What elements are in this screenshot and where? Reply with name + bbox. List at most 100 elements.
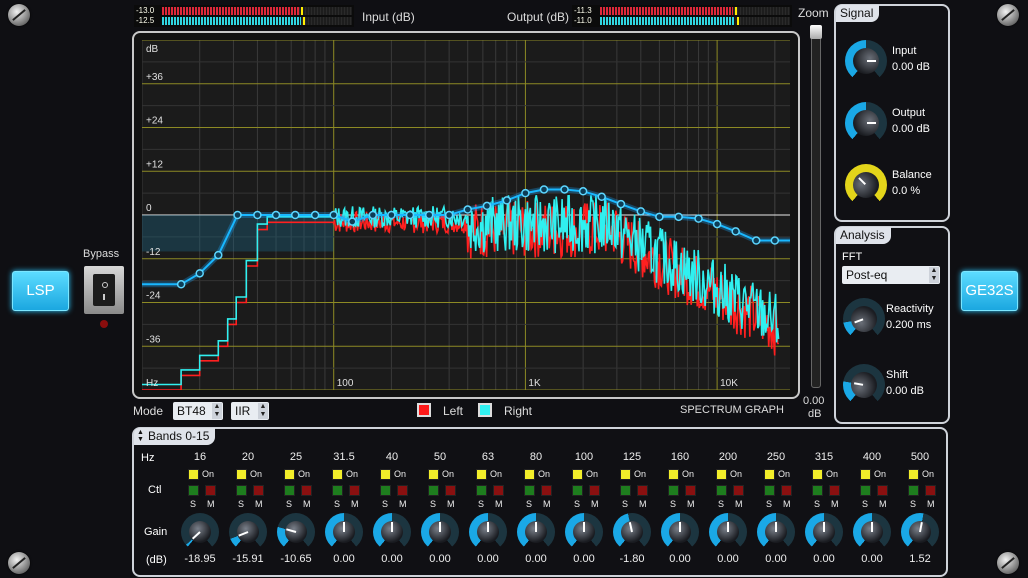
eq-band-handle[interactable]	[521, 188, 530, 198]
balance-knob[interactable]	[845, 164, 887, 206]
eq-band-handle[interactable]	[463, 205, 472, 214]
band-gain-knob[interactable]	[709, 513, 747, 551]
band-mute-button[interactable]	[541, 485, 552, 496]
eq-band-handle[interactable]	[214, 250, 223, 260]
spinner-icon[interactable]: ▲ ▼	[212, 403, 222, 419]
band-on-led[interactable]	[188, 469, 199, 480]
band-mute-button[interactable]	[637, 485, 648, 496]
output-knob[interactable]	[845, 102, 887, 144]
band-solo-button[interactable]	[188, 485, 199, 496]
band-gain-knob[interactable]	[277, 513, 315, 551]
band-mute-button[interactable]	[301, 485, 312, 496]
eq-band-handle[interactable]	[560, 185, 569, 194]
eq-band-handle[interactable]	[329, 210, 338, 220]
band-mute-button[interactable]	[781, 485, 792, 496]
eq-band-handle[interactable]	[712, 219, 722, 229]
band-gain-knob[interactable]	[805, 513, 843, 551]
eq-band-handle[interactable]	[539, 185, 549, 194]
eq-band-handle[interactable]	[368, 210, 378, 220]
spectrum-graph-canvas[interactable]: dB Hz +36 +24 +12 0 -12 -24 -36 100 1K 10K	[142, 40, 790, 390]
band-on-led[interactable]	[380, 469, 391, 480]
band-gain-knob[interactable]	[853, 513, 891, 551]
zoom-slider[interactable]	[810, 25, 822, 388]
eq-band-handle[interactable]	[444, 210, 454, 220]
band-gain-knob[interactable]	[325, 513, 363, 551]
band-gain-knob[interactable]	[565, 513, 603, 551]
left-channel-toggle[interactable]	[417, 403, 431, 417]
band-on-led[interactable]	[572, 469, 583, 480]
band-solo-button[interactable]	[860, 485, 871, 496]
eq-band-handle[interactable]	[597, 192, 606, 202]
eq-band-handle[interactable]	[253, 210, 262, 220]
eq-band-handle[interactable]	[694, 214, 703, 223]
band-gain-knob[interactable]	[517, 513, 555, 551]
band-mute-button[interactable]	[253, 485, 264, 496]
band-solo-button[interactable]	[524, 485, 535, 496]
eq-band-handle[interactable]	[482, 201, 492, 211]
eq-band-handle[interactable]	[578, 187, 588, 196]
lsp-button[interactable]: LSP	[12, 271, 69, 311]
eq-band-handle[interactable]	[674, 212, 683, 222]
band-on-led[interactable]	[812, 469, 823, 480]
band-solo-button[interactable]	[812, 485, 823, 496]
band-on-led[interactable]	[332, 469, 343, 480]
band-gain-knob[interactable]	[181, 513, 219, 551]
eq-band-handle[interactable]	[616, 199, 626, 209]
band-solo-button[interactable]	[668, 485, 679, 496]
band-mute-button[interactable]	[397, 485, 408, 496]
input-knob[interactable]	[845, 40, 887, 82]
band-gain-knob[interactable]	[901, 513, 939, 551]
band-solo-button[interactable]	[716, 485, 727, 496]
eq-band-handle[interactable]	[348, 217, 357, 226]
band-solo-button[interactable]	[284, 485, 295, 496]
spinner-icon[interactable]: ▲ ▼	[258, 403, 268, 419]
eq-band-handle[interactable]	[424, 210, 434, 220]
fft-select[interactable]: Post-eq ▲ ▼	[842, 266, 940, 284]
spinner-icon[interactable]: ▲ ▼	[929, 267, 939, 283]
band-mute-button[interactable]	[925, 485, 936, 496]
band-on-led[interactable]	[716, 469, 727, 480]
band-on-led[interactable]	[908, 469, 919, 480]
band-mute-button[interactable]	[205, 485, 216, 496]
band-gain-knob[interactable]	[373, 513, 411, 551]
band-gain-knob[interactable]	[469, 513, 507, 551]
eq-band-handle[interactable]	[502, 196, 512, 205]
band-mute-button[interactable]	[349, 485, 360, 496]
band-on-led[interactable]	[860, 469, 871, 480]
eq-band-handle[interactable]	[387, 210, 396, 220]
eq-band-handle[interactable]	[751, 236, 761, 245]
filter-select[interactable]: BT48 ▲ ▼	[173, 402, 223, 420]
shift-knob[interactable]	[843, 364, 885, 406]
band-gain-knob[interactable]	[229, 513, 267, 551]
band-solo-button[interactable]	[380, 485, 391, 496]
band-mute-button[interactable]	[445, 485, 456, 496]
band-solo-button[interactable]	[620, 485, 631, 496]
band-on-led[interactable]	[524, 469, 535, 480]
type-select[interactable]: IIR ▲ ▼	[231, 402, 269, 420]
zoom-slider-handle[interactable]	[810, 25, 822, 39]
band-mute-button[interactable]	[829, 485, 840, 496]
band-on-led[interactable]	[284, 469, 295, 480]
spectrum-graph[interactable]: dB Hz +36 +24 +12 0 -12 -24 -36 100 1K 10K	[132, 31, 800, 399]
band-gain-knob[interactable]	[661, 513, 699, 551]
ge32s-button[interactable]: GE32S	[961, 271, 1018, 311]
band-mute-button[interactable]	[685, 485, 696, 496]
bypass-switch[interactable]	[84, 266, 124, 314]
band-solo-button[interactable]	[236, 485, 247, 496]
band-mute-button[interactable]	[493, 485, 504, 496]
band-solo-button[interactable]	[572, 485, 583, 496]
band-solo-button[interactable]	[908, 485, 919, 496]
eq-band-handle[interactable]	[195, 269, 204, 278]
band-on-led[interactable]	[236, 469, 247, 480]
eq-band-handle[interactable]	[271, 210, 281, 220]
band-on-led[interactable]	[764, 469, 775, 480]
band-solo-button[interactable]	[332, 485, 343, 496]
band-gain-knob[interactable]	[421, 513, 459, 551]
band-on-led[interactable]	[428, 469, 439, 480]
eq-band-handle[interactable]	[770, 236, 780, 245]
band-mute-button[interactable]	[589, 485, 600, 496]
reactivity-knob[interactable]	[843, 298, 885, 340]
eq-band-handle[interactable]	[731, 227, 740, 236]
band-solo-button[interactable]	[428, 485, 439, 496]
band-on-led[interactable]	[668, 469, 679, 480]
